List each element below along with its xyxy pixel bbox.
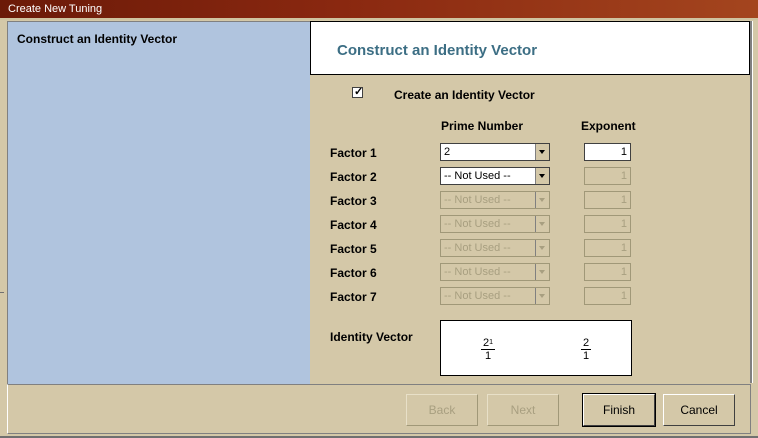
ratio-numerator: 2 <box>581 337 592 350</box>
factor-2-prime-value: -- Not Used -- <box>444 170 511 182</box>
factor-4-prime-select: -- Not Used -- <box>440 215 550 233</box>
checkmark-icon: ✓ <box>354 86 364 98</box>
prime-number-header: Prime Number <box>441 119 524 133</box>
power-exponent: 1 <box>489 339 494 346</box>
factor-3-prime-select: -- Not Used -- <box>440 191 550 209</box>
factor-7-prime-value: -- Not Used -- <box>444 290 511 302</box>
factor-2-label: Factor 2 <box>330 170 377 184</box>
dropdown-button <box>535 288 549 304</box>
right-divider <box>750 21 753 383</box>
window-title: Create New Tuning <box>8 3 103 15</box>
factor-7-label: Factor 7 <box>330 290 377 304</box>
chevron-down-icon <box>539 198 545 202</box>
factor-3-prime-value: -- Not Used -- <box>444 194 511 206</box>
factor-1-exponent-input[interactable]: 1 <box>584 143 631 161</box>
chevron-down-icon <box>539 294 545 298</box>
left-edge-tick <box>0 292 4 293</box>
factor-2-prime-select[interactable]: -- Not Used -- <box>440 167 550 185</box>
factor-5-label: Factor 5 <box>330 242 377 256</box>
wizard-step-current: Construct an Identity Vector <box>17 32 178 46</box>
factor-7-exponent-input: 1 <box>584 287 631 305</box>
identity-vector-display: 21 1 2 1 <box>440 320 632 376</box>
dropdown-button <box>535 192 549 208</box>
factor-6-exponent-input: 1 <box>584 263 631 281</box>
factor-5-prime-select: -- Not Used -- <box>440 239 550 257</box>
dropdown-button <box>535 240 549 256</box>
factor-7-prime-select: -- Not Used -- <box>440 287 550 305</box>
power-denominator: 1 <box>484 350 492 362</box>
wizard-dialog: Construct an Identity Vector Construct a… <box>0 20 758 438</box>
factor-1-prime-value: 2 <box>444 146 451 158</box>
factor-1-prime-select[interactable]: 2 <box>440 143 550 161</box>
factor-2-exponent-input: 1 <box>584 167 631 185</box>
identity-vector-power-fraction: 21 1 <box>481 337 496 362</box>
chevron-down-icon <box>539 270 545 274</box>
page-title: Construct an Identity Vector <box>337 42 538 59</box>
create-identity-vector-checkbox[interactable]: ✓ <box>352 86 364 98</box>
ratio-denominator: 1 <box>583 350 590 362</box>
factor-6-prime-value: -- Not Used -- <box>444 266 511 278</box>
factor-5-prime-value: -- Not Used -- <box>444 242 511 254</box>
back-button[interactable]: Back <box>406 394 478 426</box>
dropdown-button <box>535 216 549 232</box>
page-header: Construct an Identity Vector <box>310 21 750 75</box>
dropdown-button[interactable] <box>535 144 549 160</box>
factor-5-exponent-input: 1 <box>584 239 631 257</box>
exponent-header: Exponent <box>581 119 636 133</box>
cancel-button[interactable]: Cancel <box>663 394 735 426</box>
factor-1-label: Factor 1 <box>330 146 377 160</box>
factor-3-label: Factor 3 <box>330 194 377 208</box>
finish-button[interactable]: Finish <box>582 393 656 427</box>
checkbox-label: Create an Identity Vector <box>394 88 535 102</box>
factor-4-label: Factor 4 <box>330 218 377 232</box>
factor-4-prime-value: -- Not Used -- <box>444 218 511 230</box>
dropdown-button <box>535 264 549 280</box>
chevron-down-icon <box>539 246 545 250</box>
title-bar: Create New Tuning <box>0 0 758 20</box>
next-button[interactable]: Next <box>487 394 559 426</box>
factor-6-prime-select: -- Not Used -- <box>440 263 550 281</box>
dropdown-button[interactable] <box>535 168 549 184</box>
factor-6-label: Factor 6 <box>330 266 377 280</box>
wizard-steps-panel: Construct an Identity Vector <box>7 21 310 385</box>
identity-vector-ratio-fraction: 2 1 <box>581 337 592 362</box>
chevron-down-icon <box>539 150 545 154</box>
chevron-down-icon <box>539 174 545 178</box>
chevron-down-icon <box>539 222 545 226</box>
factor-3-exponent-input: 1 <box>584 191 631 209</box>
factor-4-exponent-input: 1 <box>584 215 631 233</box>
identity-vector-label: Identity Vector <box>330 330 413 344</box>
